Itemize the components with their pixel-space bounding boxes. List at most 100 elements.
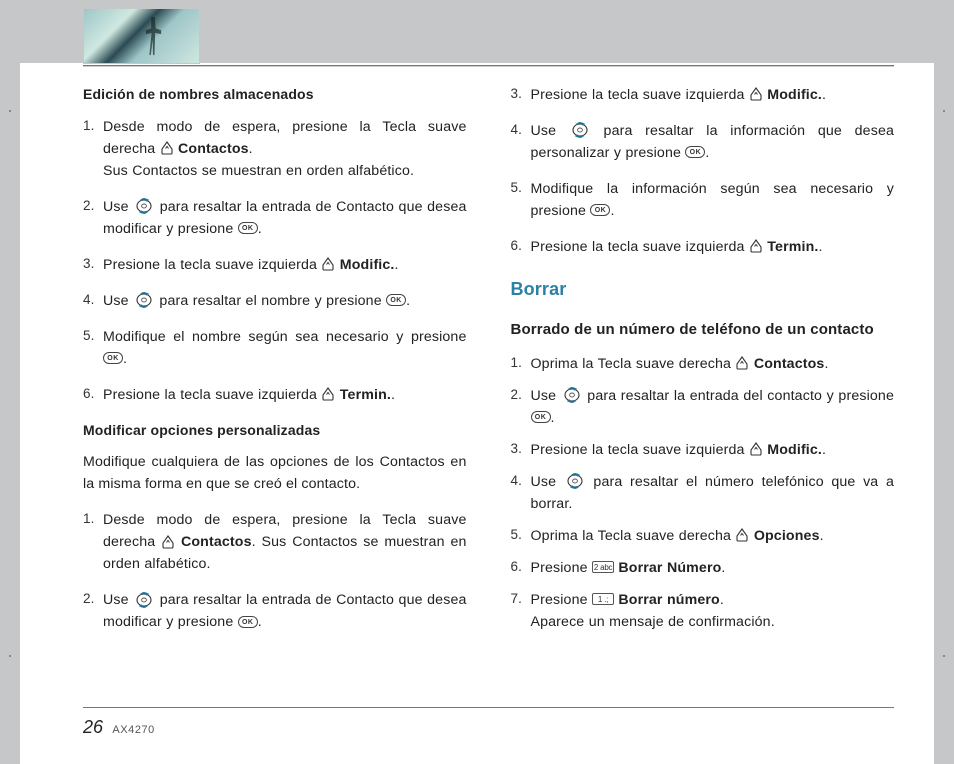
- softkey-icon: [749, 442, 763, 456]
- ok-key-icon: OK: [531, 411, 551, 423]
- text: Use: [103, 592, 133, 608]
- bold-text: Contactos: [754, 356, 825, 372]
- text: Oprima la Tecla suave derecha: [531, 356, 736, 372]
- list-item: Oprima la Tecla suave derecha Opciones.: [511, 525, 895, 547]
- text: Oprima la Tecla suave derecha: [531, 528, 736, 544]
- text: .: [249, 141, 253, 157]
- text: Presione la tecla suave izquierda: [103, 257, 321, 273]
- list-item: Use para resaltar la entrada del contact…: [511, 385, 895, 429]
- ok-key-icon: OK: [685, 146, 705, 158]
- ok-key-icon: OK: [103, 352, 123, 364]
- ok-key-icon: OK: [238, 616, 258, 628]
- ok-key-icon: OK: [590, 204, 610, 216]
- text: .: [406, 293, 410, 309]
- intro-paragraph: Modifique cualquiera de las opciones de …: [83, 451, 467, 495]
- text: .: [822, 442, 826, 458]
- list-item: Presione la tecla suave izquierda Modifi…: [511, 84, 895, 106]
- list-item: Modifique la información según sea neces…: [511, 178, 895, 222]
- text: .: [610, 203, 614, 219]
- registration-mark: [943, 110, 945, 112]
- text: para resaltar la entrada de Contacto que…: [103, 199, 467, 237]
- list-item: Use para resaltar el número telefónico q…: [511, 471, 895, 515]
- heading-edicion-nombres: Edición de nombres almacenados: [83, 84, 467, 106]
- list-item: Presione 2 abc Borrar Número.: [511, 557, 895, 579]
- text: Presione la tecla suave izquierda: [531, 442, 749, 458]
- softkey-icon: [749, 87, 763, 101]
- list-item: Use para resaltar la entrada de Contacto…: [83, 196, 467, 240]
- text: Use: [103, 199, 133, 215]
- nav-ring-icon: [569, 121, 591, 139]
- registration-mark: [9, 110, 11, 112]
- header-bar: [20, 0, 934, 63]
- keypad-2-icon: 2 abc: [592, 561, 614, 573]
- text: Sus Contactos se muestran en orden alfab…: [103, 163, 414, 179]
- list-item: Use para resaltar la entrada de Contacto…: [83, 589, 467, 633]
- list-item: Presione la tecla suave izquierda Modifi…: [83, 254, 467, 276]
- heading-borrado-numero: Borrado de un número de teléfono de un c…: [511, 318, 895, 341]
- text: Aparece un mensaje de confirmación.: [531, 614, 775, 630]
- bold-text: Borrar número: [618, 592, 719, 608]
- list-item: Desde modo de espera, presione la Tecla …: [83, 116, 467, 182]
- softkey-icon: [735, 528, 749, 542]
- page-footer: 26 AX4270: [83, 717, 155, 738]
- list-item: Presione la tecla suave izquierda Termin…: [83, 384, 467, 406]
- text: Use: [531, 123, 569, 139]
- bold-text: Modific.: [767, 87, 822, 103]
- bold-text: Contactos: [178, 141, 249, 157]
- bold-text: Modific.: [340, 257, 395, 273]
- text: .: [391, 387, 395, 403]
- softkey-icon: [161, 535, 175, 549]
- bold-text: Opciones: [754, 528, 820, 544]
- list-item: Presione la tecla suave izquierda Modifi…: [511, 439, 895, 461]
- text: .: [551, 410, 555, 426]
- text: Presione la tecla suave izquierda: [531, 87, 749, 103]
- bold-text: Termin.: [340, 387, 391, 403]
- text: .: [818, 239, 822, 255]
- text: para resaltar la entrada del contacto y …: [587, 388, 894, 404]
- bold-text: Termin.: [767, 239, 818, 255]
- text: Use: [103, 293, 133, 309]
- text: Modifique el nombre según sea necesario …: [103, 329, 467, 345]
- heading-modificar-opciones: Modificar opciones personalizadas: [83, 420, 467, 442]
- softkey-icon: [735, 356, 749, 370]
- nav-ring-icon: [133, 197, 155, 215]
- text: Modifique la información según sea neces…: [531, 181, 895, 219]
- section-heading-borrar: Borrar: [511, 276, 895, 304]
- nav-ring-icon: [133, 291, 155, 309]
- text: .: [258, 221, 262, 237]
- keypad-1-icon: 1 .;: [592, 593, 614, 605]
- text: .: [705, 145, 709, 161]
- text: .: [721, 560, 725, 576]
- softkey-icon: [321, 257, 335, 271]
- divider-top: [83, 65, 894, 67]
- text: .: [820, 528, 824, 544]
- page-number: 26: [83, 717, 103, 737]
- text: .: [258, 614, 262, 630]
- text: para resaltar la entrada de Contacto que…: [103, 592, 467, 630]
- text: Use: [531, 388, 561, 404]
- nav-ring-icon: [561, 386, 583, 404]
- softkey-icon: [160, 141, 174, 155]
- list-item: Use para resaltar el nombre y presione O…: [83, 290, 467, 312]
- text: .: [824, 356, 828, 372]
- text: para resaltar el nombre y presione: [159, 293, 386, 309]
- list-item: Desde modo de espera, presione la Tecla …: [83, 509, 467, 575]
- text: Presione la tecla suave izquierda: [531, 239, 749, 255]
- list-item: Use para resaltar la información que des…: [511, 120, 895, 164]
- text: .: [822, 87, 826, 103]
- nav-ring-icon: [564, 472, 586, 490]
- ok-key-icon: OK: [238, 222, 258, 234]
- list-item: Modifique el nombre según sea necesario …: [83, 326, 467, 370]
- text: Use: [531, 474, 564, 490]
- list-borrar: Oprima la Tecla suave derecha Contactos.…: [511, 353, 895, 633]
- bold-text: Borrar Número: [618, 560, 721, 576]
- header-thumbnail-image: [83, 8, 200, 64]
- ok-key-icon: OK: [386, 294, 406, 306]
- page-content: Edición de nombres almacenados Desde mod…: [83, 84, 894, 698]
- text: Desde modo de espera, presione la Tecla …: [103, 119, 467, 157]
- divider-bottom: [83, 707, 894, 708]
- text: .: [395, 257, 399, 273]
- model-number: AX4270: [112, 724, 154, 736]
- text: .: [123, 351, 127, 367]
- registration-mark: [943, 655, 945, 657]
